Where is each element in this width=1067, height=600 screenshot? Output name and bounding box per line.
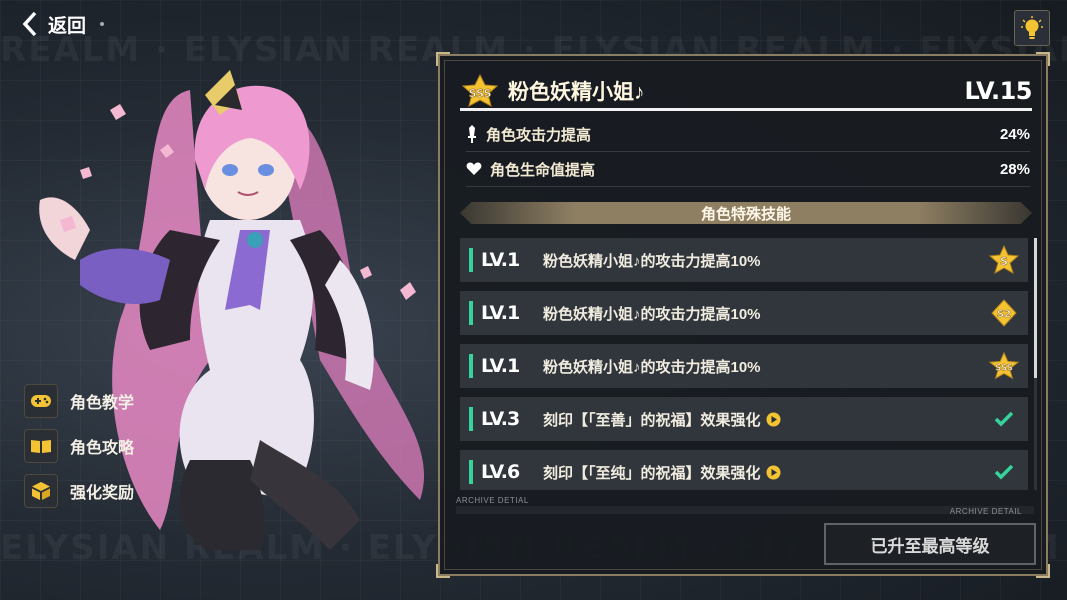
skill-description: 粉色妖精小姐♪的攻击力提高10%: [543, 252, 761, 270]
lightbulb-icon: [1021, 16, 1043, 39]
rank-badge-text: S: [1000, 255, 1008, 268]
skill-accent-bar: [469, 248, 473, 272]
skill-description: 刻印【「至善」的祝福】效果强化: [543, 409, 781, 430]
stigmata-level: LV.15: [964, 77, 1033, 105]
side-item-guide[interactable]: 角色攻略: [24, 429, 134, 463]
skill-accent-bar: [469, 460, 473, 484]
skills-title: 角色特殊技能: [700, 205, 791, 223]
max-level-label: 已升至最高等级: [870, 536, 990, 556]
sword-icon: [468, 125, 476, 143]
play-info-icon[interactable]: [766, 412, 781, 427]
side-menu: 角色教学 角色攻略 强化奖励: [24, 384, 134, 519]
skill-row[interactable]: LV.1 粉色妖精小姐♪的攻击力提高10% S2: [460, 291, 1028, 335]
side-item-label: 强化奖励: [70, 485, 135, 502]
skill-description-text: 刻印【「至纯」的祝福】效果强化: [543, 464, 761, 482]
skill-row[interactable]: LV.6 刻印【「至纯」的祝福】效果强化: [460, 450, 1028, 490]
skill-list[interactable]: LV.1 粉色妖精小姐♪的攻击力提高10% S LV.1 粉色妖精小姐♪的攻击力…: [460, 238, 1030, 490]
cube-icon: [24, 474, 58, 508]
skill-row[interactable]: LV.1 粉色妖精小姐♪的攻击力提高10% S: [460, 238, 1028, 282]
back-dot: [100, 22, 105, 26]
rank-sss-icon: SSS: [461, 74, 499, 107]
skill-description: 粉色妖精小姐♪的攻击力提高10%: [543, 305, 761, 323]
rank-s-badge-icon: S: [988, 244, 1020, 276]
stat-label: 角色生命值提高: [490, 161, 596, 179]
skill-level: LV.6: [481, 461, 520, 483]
book-icon: [24, 429, 58, 463]
heart-icon: [466, 162, 482, 175]
skill-accent-bar: [469, 407, 473, 431]
back-arrow-icon: [22, 11, 37, 37]
stat-value: 24%: [999, 125, 1030, 143]
skill-row[interactable]: LV.3 刻印【「至善」的祝福】效果强化: [460, 397, 1028, 441]
rank-sss-badge-icon: SSS: [988, 350, 1020, 382]
frame-corner: [1036, 52, 1050, 66]
skill-row[interactable]: LV.1 粉色妖精小姐♪的攻击力提高10% SSS: [460, 344, 1028, 388]
stat-divider: [466, 186, 1030, 187]
rank-badge-text: SSS: [995, 363, 1013, 373]
stat-value: 28%: [999, 160, 1030, 178]
archive-label-right: ARCHIVE DETAIL: [949, 507, 1022, 516]
gamepad-icon: [24, 384, 58, 418]
skill-level: LV.1: [481, 249, 520, 271]
frame-corner: [436, 52, 450, 66]
scrollbar-thumb[interactable]: [1034, 238, 1037, 378]
skill-description-text: 刻印【「至善」的祝福】效果强化: [543, 411, 761, 429]
archive-divider: [456, 506, 1034, 514]
stigmata-name: 粉色妖精小姐♪: [508, 81, 645, 104]
frame-corner: [1036, 564, 1050, 578]
archive-label: ARCHIVE DETIAL: [456, 496, 529, 505]
stigmata-header: SSS 粉色妖精小姐♪ LV.15: [460, 74, 1033, 108]
skill-description: 刻印【「至纯」的祝福】效果强化: [543, 462, 781, 483]
hint-button[interactable]: [1014, 10, 1050, 46]
skill-accent-bar: [469, 301, 473, 325]
side-item-label: 角色攻略: [70, 440, 135, 457]
max-level-button[interactable]: 已升至最高等级: [824, 523, 1036, 565]
skill-description: 粉色妖精小姐♪的攻击力提高10%: [543, 358, 761, 376]
stat-row-attack: 角色攻击力提高 24%: [466, 119, 1030, 149]
side-item-rewards[interactable]: 强化奖励: [24, 474, 134, 508]
play-info-icon[interactable]: [766, 465, 781, 480]
back-button[interactable]: 返回: [22, 8, 105, 40]
frame-corner: [436, 564, 450, 578]
rank-badge-text: S2: [997, 309, 1011, 320]
rank-s2-badge-icon: S2: [988, 297, 1020, 329]
skill-level: LV.3: [481, 408, 520, 430]
stat-row-hp: 角色生命值提高 28%: [466, 154, 1030, 184]
skills-section-header: 角色特殊技能: [460, 202, 1032, 224]
checkmark-icon: [988, 456, 1020, 488]
skill-level: LV.1: [481, 302, 520, 324]
stat-label: 角色攻击力提高: [486, 126, 592, 144]
side-item-label: 角色教学: [70, 395, 135, 412]
stigmata-detail-panel: SSS 粉色妖精小姐♪ LV.15 角色攻击力提高 24% 角色生命值提高 28…: [436, 52, 1050, 578]
header-divider: [460, 108, 1032, 111]
checkmark-icon: [988, 403, 1020, 435]
rank-text: SSS: [469, 87, 492, 100]
side-item-tutorial[interactable]: 角色教学: [24, 384, 134, 418]
skill-level: LV.1: [481, 355, 520, 377]
stat-divider: [466, 151, 1030, 152]
skill-accent-bar: [469, 354, 473, 378]
back-label: 返回: [48, 15, 87, 37]
